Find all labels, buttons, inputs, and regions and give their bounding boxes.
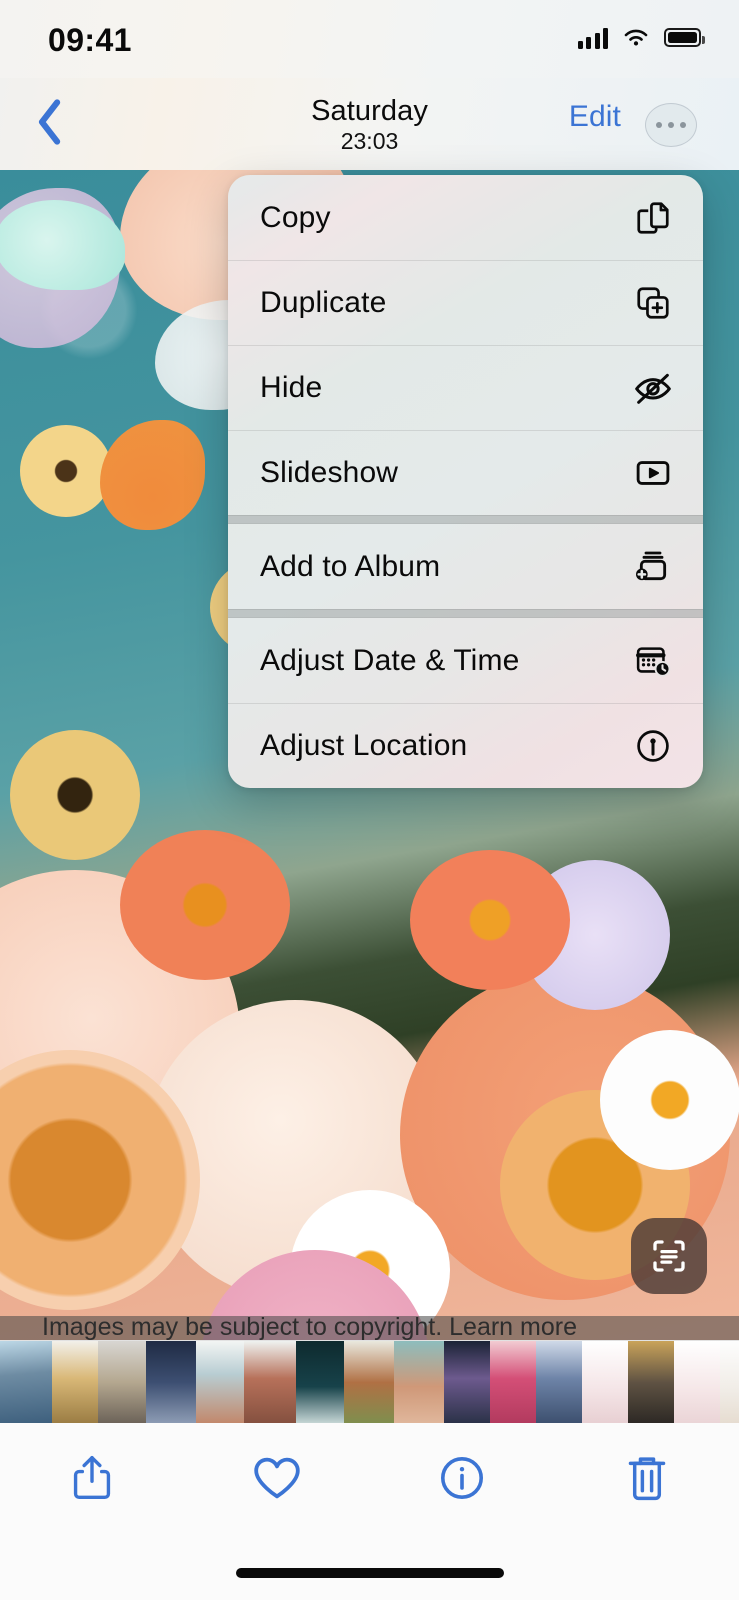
status-bar: 09:41 bbox=[0, 0, 739, 78]
doc-on-doc-icon bbox=[629, 199, 677, 237]
filmstrip-thumbnail[interactable] bbox=[196, 1341, 244, 1423]
navigation-bar: Saturday 23:03 Edit bbox=[0, 78, 739, 170]
menu-item-add-to-album[interactable]: Add to Album bbox=[228, 524, 703, 609]
live-text-scan-icon bbox=[653, 1240, 685, 1272]
filmstrip-thumbnail[interactable] bbox=[444, 1341, 490, 1423]
menu-item-adjust-location[interactable]: Adjust Location bbox=[228, 703, 703, 788]
filmstrip-thumbnail[interactable] bbox=[98, 1341, 146, 1423]
rectangle-stack-badge-plus-icon bbox=[629, 547, 677, 587]
cellular-signal-icon bbox=[577, 27, 608, 49]
photos-app-screen: Images may be subject to copyright. Lear… bbox=[0, 0, 739, 1600]
decorative-flower bbox=[600, 1030, 739, 1170]
location-circle-icon bbox=[629, 727, 677, 765]
more-options-button[interactable] bbox=[645, 103, 697, 147]
filmstrip-thumbnail[interactable] bbox=[674, 1341, 720, 1423]
menu-item-label: Adjust Location bbox=[260, 729, 468, 762]
trash-icon bbox=[628, 1457, 665, 1501]
menu-item-copy[interactable]: Copy bbox=[228, 175, 703, 260]
calendar-badge-clock-icon bbox=[629, 642, 677, 680]
delete-button[interactable] bbox=[554, 1423, 739, 1533]
filmstrip-thumbnail[interactable] bbox=[296, 1341, 344, 1423]
filmstrip-thumbnail[interactable] bbox=[52, 1341, 98, 1423]
eye-slash-icon bbox=[629, 368, 677, 408]
menu-item-duplicate[interactable]: Duplicate bbox=[228, 260, 703, 345]
photo-day-label: Saturday bbox=[311, 95, 428, 127]
menu-item-label: Adjust Date & Time bbox=[260, 643, 520, 677]
photo-time-label: 23:03 bbox=[340, 128, 399, 154]
live-text-button[interactable] bbox=[631, 1218, 707, 1294]
bottom-toolbar bbox=[0, 1423, 739, 1533]
edit-button[interactable]: Edit bbox=[569, 100, 621, 134]
menu-item-label: Copy bbox=[260, 200, 331, 234]
filmstrip-thumbnail[interactable] bbox=[344, 1341, 394, 1423]
ellipsis-dot-icon bbox=[656, 122, 662, 128]
status-time: 09:41 bbox=[48, 22, 132, 58]
home-indicator bbox=[235, 1568, 504, 1578]
menu-item-adjust-date-time[interactable]: Adjust Date & Time bbox=[228, 618, 703, 703]
filmstrip-thumbnail[interactable] bbox=[244, 1341, 296, 1423]
share-icon bbox=[74, 1455, 111, 1499]
wifi-icon bbox=[624, 29, 648, 46]
filmstrip-thumbnail[interactable] bbox=[536, 1341, 582, 1423]
menu-item-hide[interactable]: Hide bbox=[228, 345, 703, 430]
menu-item-label: Add to Album bbox=[260, 549, 441, 583]
filmstrip-thumbnail[interactable] bbox=[628, 1341, 674, 1423]
menu-item-slideshow[interactable]: Slideshow bbox=[228, 430, 703, 515]
share-button[interactable] bbox=[0, 1423, 185, 1533]
menu-item-label: Slideshow bbox=[260, 456, 399, 489]
play-rectangle-icon bbox=[629, 454, 677, 492]
info-circle-icon bbox=[440, 1456, 483, 1500]
filmstrip-thumbnail[interactable] bbox=[146, 1341, 196, 1423]
status-indicators bbox=[577, 26, 705, 49]
heart-icon bbox=[254, 1457, 300, 1499]
filmstrip-thumbnail[interactable] bbox=[582, 1341, 628, 1423]
info-button[interactable] bbox=[370, 1423, 555, 1533]
filmstrip-thumbnail[interactable] bbox=[394, 1341, 444, 1423]
photo-date-title: Saturday 23:03 bbox=[0, 94, 739, 155]
ellipsis-dot-icon bbox=[680, 122, 686, 128]
context-menu: Copy Duplicate Hide Slideshow Add to Alb… bbox=[228, 175, 703, 788]
menu-group-separator bbox=[228, 515, 703, 524]
filmstrip-thumbnail[interactable] bbox=[720, 1341, 739, 1423]
menu-group-separator bbox=[228, 609, 703, 618]
filmstrip-thumbnail[interactable] bbox=[0, 1341, 52, 1423]
ellipsis-dot-icon bbox=[668, 122, 674, 128]
decorative-flower bbox=[120, 830, 290, 980]
plus-square-on-square-icon bbox=[629, 284, 677, 322]
decorative-flower bbox=[410, 850, 570, 990]
menu-item-label: Duplicate bbox=[260, 286, 387, 319]
copyright-notice-bar: Images may be subject to copyright. Lear… bbox=[0, 1316, 739, 1340]
menu-item-label: Hide bbox=[260, 371, 323, 404]
favorite-button[interactable] bbox=[185, 1423, 370, 1533]
copyright-notice-text: Images may be subject to copyright. Lear… bbox=[42, 1316, 577, 1340]
battery-icon bbox=[664, 28, 705, 47]
photo-filmstrip[interactable] bbox=[0, 1340, 739, 1423]
decorative-flower bbox=[20, 425, 112, 517]
decorative-flower bbox=[10, 730, 140, 860]
filmstrip-thumbnail[interactable] bbox=[490, 1341, 536, 1423]
